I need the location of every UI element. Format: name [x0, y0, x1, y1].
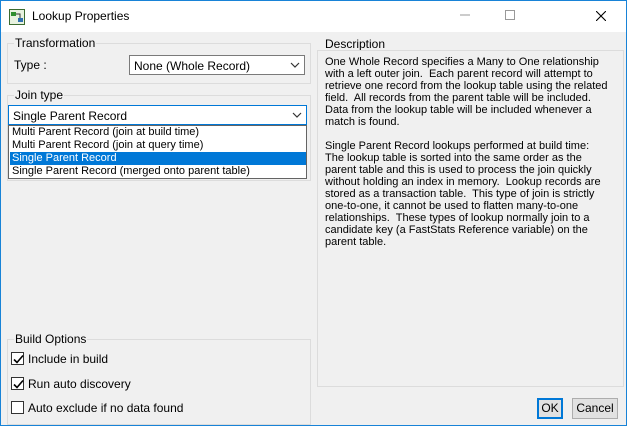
chevron-down-icon [292, 112, 302, 118]
app-icon [9, 9, 25, 25]
checkmark-icon [13, 354, 24, 364]
cancel-button[interactable]: Cancel [572, 398, 618, 419]
auto-exclude-checkbox[interactable] [11, 401, 24, 414]
transformation-group-label: Transformation [14, 36, 97, 50]
ok-button[interactable]: OK [537, 398, 563, 419]
maximize-icon [504, 10, 515, 20]
minimize-icon [459, 14, 470, 16]
minimize-button[interactable] [442, 1, 487, 32]
type-select-value: None (Whole Record) [134, 59, 251, 73]
close-button[interactable] [578, 1, 623, 32]
join-type-option[interactable]: Single Parent Record (merged onto parent… [10, 165, 306, 178]
title-bar[interactable]: Lookup Properties [1, 1, 626, 32]
join-type-option[interactable]: Multi Parent Record (join at build time) [10, 126, 306, 139]
include-in-build-label[interactable]: Include in build [28, 352, 108, 366]
auto-exclude-label[interactable]: Auto exclude if no data found [28, 401, 183, 415]
type-label: Type : [14, 58, 47, 72]
run-auto-discovery-label[interactable]: Run auto discovery [28, 377, 131, 391]
join-type-group-label: Join type [14, 88, 65, 102]
build-options-group-label: Build Options [14, 332, 88, 346]
join-type-option[interactable]: Multi Parent Record (join at query time) [10, 139, 306, 152]
checkmark-icon [13, 379, 24, 389]
join-type-select[interactable]: Single Parent Record [8, 105, 307, 125]
type-select[interactable]: None (Whole Record) [129, 55, 305, 75]
join-type-option-selected[interactable]: Single Parent Record [10, 152, 306, 165]
chevron-down-icon [290, 62, 300, 68]
maximize-button[interactable] [487, 1, 532, 32]
join-type-select-value: Single Parent Record [13, 109, 128, 123]
include-in-build-checkbox[interactable] [11, 352, 24, 365]
description-text: One Whole Record specifies a Many to One… [325, 56, 608, 248]
close-icon [595, 10, 606, 22]
run-auto-discovery-checkbox[interactable] [11, 377, 24, 390]
join-type-dropdown-list[interactable]: Multi Parent Record (join at build time)… [8, 125, 307, 179]
description-label: Description [325, 37, 386, 51]
lookup-properties-dialog: Lookup Properties Transformation Type : … [0, 0, 627, 426]
window-title: Lookup Properties [32, 9, 130, 23]
